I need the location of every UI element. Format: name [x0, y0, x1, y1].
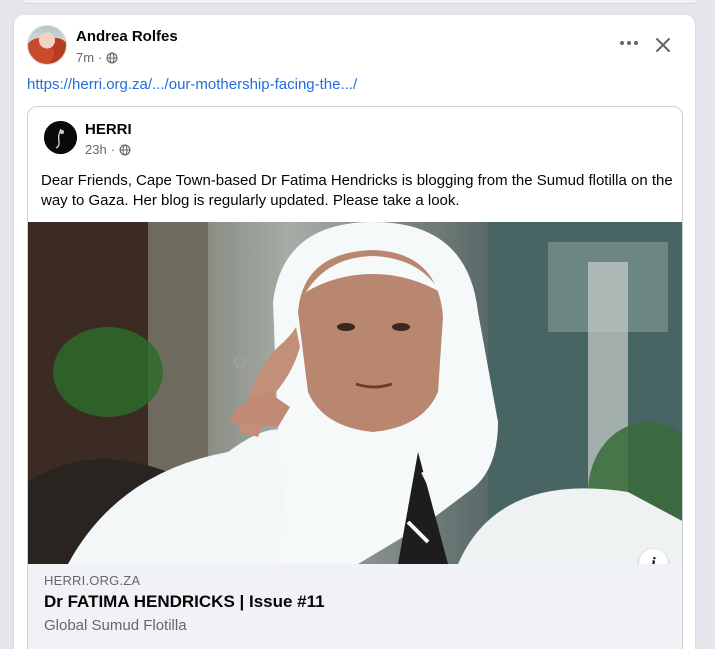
link-preview-subtitle: Global Sumud Flotilla [44, 617, 187, 634]
author-name[interactable]: Andrea Rolfes [76, 28, 178, 45]
more-options-icon[interactable] [617, 33, 641, 53]
shared-post-text: Dear Friends, Cape Town-based Dr Fatima … [41, 172, 673, 209]
shared-meta: 23h · [85, 142, 131, 157]
globe-icon[interactable] [106, 52, 118, 64]
author-avatar[interactable] [27, 25, 67, 65]
link-preview-title[interactable]: Dr FATIMA HENDRICKS | Issue #11 [44, 592, 325, 612]
meta-separator: · [98, 50, 103, 65]
post-photo[interactable]: i [28, 222, 682, 564]
post-meta: 7m · [76, 50, 118, 65]
previous-post-edge [24, 0, 696, 4]
link-preview-domain: HERRI.ORG.ZA [44, 573, 141, 588]
post-card: Andrea Rolfes 7m · https://herri.org.za/… [14, 15, 695, 649]
shared-post: HERRI 23h · Dear Friends, Cape Town-base… [27, 106, 683, 649]
close-icon[interactable] [653, 35, 673, 55]
globe-icon[interactable] [119, 144, 131, 156]
shared-time[interactable]: 23h [85, 142, 107, 157]
post-time[interactable]: 7m [76, 50, 94, 65]
page-name[interactable]: HERRI [85, 121, 132, 138]
meta-separator: · [110, 142, 116, 157]
link-preview[interactable]: HERRI.ORG.ZA Dr FATIMA HENDRICKS | Issue… [28, 564, 682, 649]
post-link[interactable]: https://herri.org.za/.../our-mothership-… [27, 76, 357, 93]
page-avatar[interactable] [44, 121, 77, 154]
